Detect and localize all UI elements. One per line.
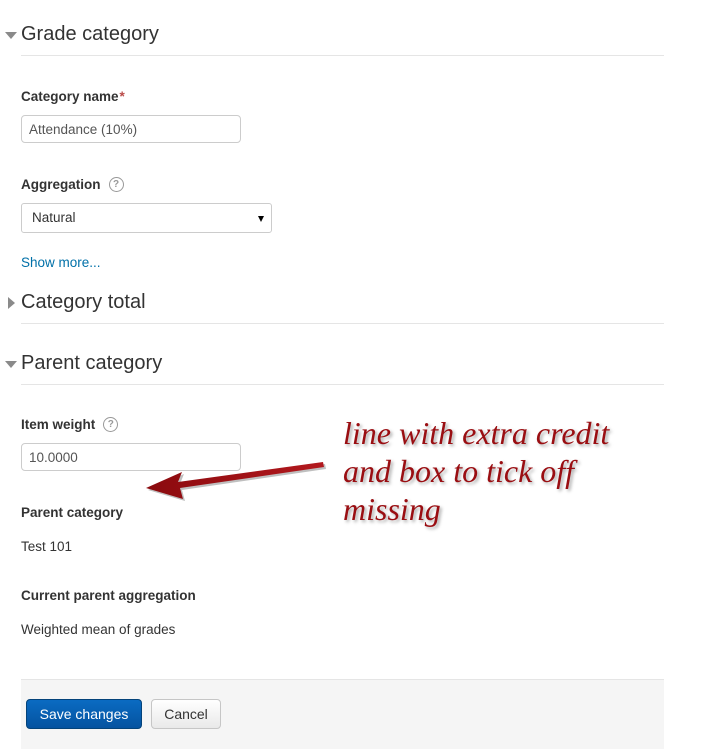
caret-down-icon — [5, 32, 17, 39]
aggregation-label-text: Aggregation — [21, 177, 101, 192]
category-name-label-text: Category name — [21, 89, 119, 104]
parent-category-label: Parent category — [21, 505, 124, 520]
section-divider — [21, 384, 664, 385]
help-icon[interactable]: ? — [103, 416, 119, 432]
section-divider — [21, 55, 664, 56]
save-changes-button[interactable]: Save changes — [26, 699, 142, 729]
caret-down-icon — [5, 361, 17, 368]
category-name-label: Category name* — [21, 89, 125, 104]
item-weight-label: Item weight? — [21, 416, 119, 433]
item-weight-label-text: Item weight — [21, 417, 96, 432]
required-marker: * — [119, 89, 125, 104]
section-title: Grade category — [21, 23, 159, 45]
item-weight-input[interactable] — [21, 443, 241, 471]
section-title: Parent category — [21, 352, 163, 374]
show-more-link[interactable]: Show more... — [21, 255, 101, 270]
aggregation-label: Aggregation? — [21, 176, 124, 193]
aggregation-select[interactable]: Natural — [21, 203, 272, 233]
parent-category-value: Test 101 — [21, 539, 73, 554]
dropdown-arrow-icon — [258, 216, 264, 222]
section-header-parent-category[interactable]: Parent category — [0, 345, 664, 385]
aggregation-selected-value: Natural — [32, 210, 76, 225]
current-parent-aggregation-value: Weighted mean of grades — [21, 622, 176, 637]
annotation-line: missing — [343, 491, 441, 527]
current-parent-aggregation-label: Current parent aggregation — [21, 588, 196, 603]
section-header-grade-category[interactable]: Grade category — [0, 16, 664, 56]
help-icon[interactable]: ? — [108, 176, 124, 192]
category-name-input[interactable] — [21, 115, 241, 143]
section-title: Category total — [21, 291, 146, 313]
section-header-category-total[interactable]: Category total — [0, 284, 664, 324]
caret-right-icon — [8, 297, 15, 309]
section-divider — [21, 323, 664, 324]
cancel-button[interactable]: Cancel — [151, 699, 221, 729]
annotation-note: line with extra credit and box to tick o… — [343, 414, 683, 528]
annotation-line: and box to tick off — [343, 453, 575, 489]
annotation-line: line with extra credit — [343, 415, 610, 451]
